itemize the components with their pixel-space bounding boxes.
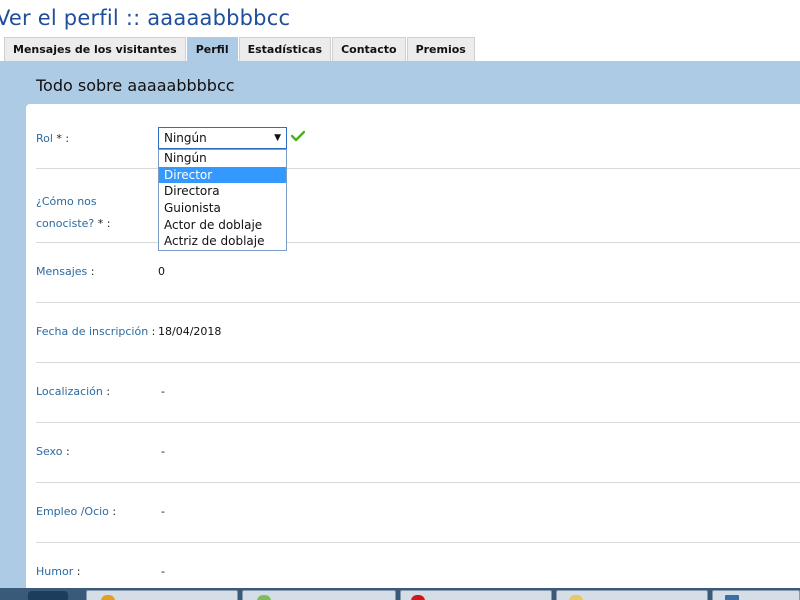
rol-option-ningun[interactable]: Ningún <box>159 150 286 167</box>
check-icon <box>291 130 305 142</box>
info-row: Mensajes : 0 <box>36 243 800 303</box>
required-mark: * : <box>94 217 111 230</box>
info-row: Empleo /Ocio : - <box>36 483 800 543</box>
rol-option-director[interactable]: Director <box>159 166 286 184</box>
field-label-text: Mensajes <box>36 265 88 278</box>
tab-premios[interactable]: Premios <box>406 37 475 61</box>
info-row: Sexo : - <box>36 423 800 483</box>
opera-icon <box>411 595 425 600</box>
info-row: Localización : - <box>36 363 800 423</box>
rol-option-directora[interactable]: Directora <box>159 183 286 200</box>
taskbar-button[interactable] <box>556 590 708 600</box>
tab-estadisticas[interactable]: Estadísticas <box>238 37 332 61</box>
tab-contacto[interactable]: Contacto <box>332 37 406 61</box>
rol-option-actriz-doblaje[interactable]: Actriz de doblaje <box>159 233 286 250</box>
rol-row: Rol * : <box>36 104 800 169</box>
field-label-text: Empleo /Ocio <box>36 505 109 518</box>
localizacion-label: Localización : <box>36 385 110 398</box>
field-colon: : <box>62 445 70 458</box>
rol-label: Rol * : <box>36 132 69 145</box>
profile-tabs: Mensajes de los visitantes Perfil Estadí… <box>4 37 476 61</box>
como-nos-conociste-label: ¿Cómo nos conociste? * : <box>36 191 110 235</box>
info-row: Humor : - <box>36 543 800 588</box>
field-label-text: Localización <box>36 385 103 398</box>
field-colon: : <box>108 505 117 518</box>
page-title: Ver el perfil :: aaaaabbbbcc <box>0 6 291 30</box>
window-icon <box>725 595 739 600</box>
rol-option-actor-doblaje[interactable]: Actor de doblaje <box>159 217 286 234</box>
field-label-text: Fecha de inscripción <box>36 325 149 338</box>
chevron-down-icon: ▼ <box>274 133 281 143</box>
rol-label-text: Rol <box>36 132 53 145</box>
field-label-text: Humor <box>36 565 74 578</box>
humor-value: - <box>161 565 165 578</box>
empleo-ocio-label: Empleo /Ocio : <box>36 505 116 518</box>
field-colon: : <box>148 325 156 338</box>
mensajes-label: Mensajes : <box>36 265 94 278</box>
rol-select[interactable]: Ningún ▼ <box>158 127 287 149</box>
start-button[interactable] <box>28 591 68 600</box>
browser-icon <box>101 595 115 600</box>
fecha-inscripcion-value: 18/04/2018 <box>158 325 222 338</box>
fecha-inscripcion-label: Fecha de inscripción : <box>36 325 155 338</box>
sexo-label: Sexo : <box>36 445 70 458</box>
taskbar-button[interactable] <box>400 590 552 600</box>
required-mark: * : <box>52 132 70 145</box>
mensajes-value: 0 <box>158 265 165 278</box>
folder-icon <box>257 595 271 600</box>
taskbar-button[interactable] <box>86 590 238 600</box>
section-title: Todo sobre aaaaabbbbcc <box>36 76 235 95</box>
localizacion-value: - <box>161 385 165 398</box>
como-nos-conociste-line2-wrap: conociste? * : <box>36 213 110 235</box>
como-nos-conociste-line2: conociste? <box>36 217 95 230</box>
tab-perfil[interactable]: Perfil <box>186 37 238 61</box>
taskbar-button[interactable] <box>712 590 800 600</box>
field-colon: : <box>102 385 111 398</box>
rol-dropdown-list: Ningún Director Directora Guionista Acto… <box>158 149 287 252</box>
sexo-value: - <box>161 445 165 458</box>
humor-label: Humor : <box>36 565 80 578</box>
como-nos-conociste-row: ¿Cómo nos conociste? * : <box>36 169 800 243</box>
rol-select-value: Ningún <box>164 131 207 145</box>
rol-option-guionista[interactable]: Guionista <box>159 200 286 217</box>
folder-icon <box>569 595 583 600</box>
info-row: Fecha de inscripción : 18/04/2018 <box>36 303 800 363</box>
os-taskbar <box>0 588 800 600</box>
field-colon: : <box>73 565 81 578</box>
como-nos-conociste-line1: ¿Cómo nos <box>36 195 97 208</box>
empleo-ocio-value: - <box>161 505 165 518</box>
tab-mensajes-visitantes[interactable]: Mensajes de los visitantes <box>4 37 186 61</box>
field-label-text: Sexo <box>36 445 63 458</box>
taskbar-button[interactable] <box>242 590 396 600</box>
field-colon: : <box>87 265 95 278</box>
